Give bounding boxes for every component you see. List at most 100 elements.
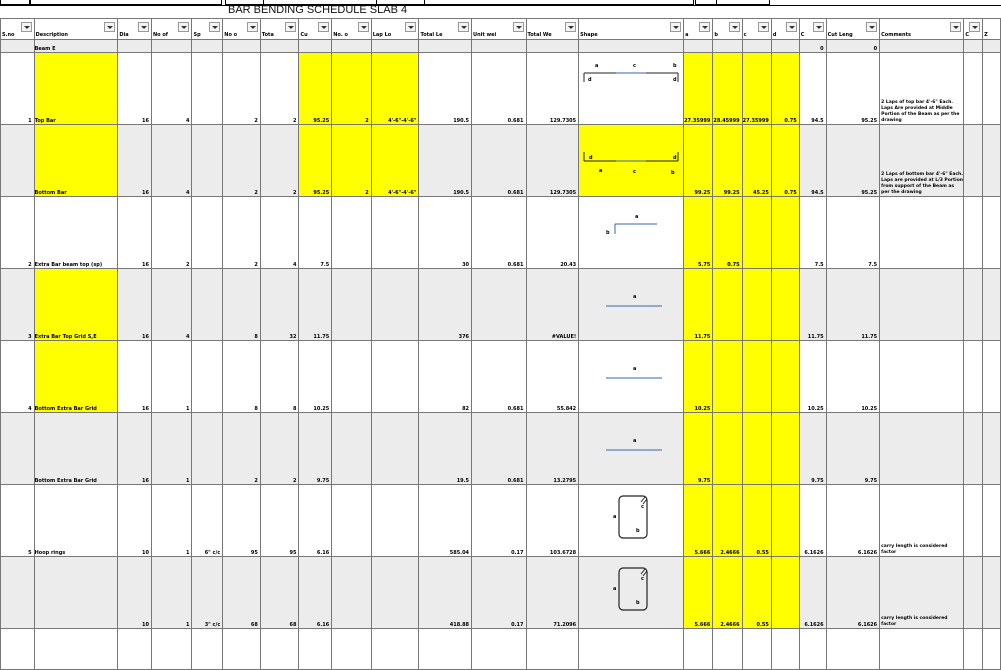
cell-nooo[interactable] bbox=[331, 196, 372, 269]
cell-lap[interactable] bbox=[370, 412, 420, 485]
cell-uw[interactable]: 0.681 bbox=[471, 340, 527, 413]
cell-noo[interactable]: 8 bbox=[222, 340, 261, 413]
column-header[interactable]: b bbox=[712, 18, 743, 40]
column-header[interactable]: d bbox=[770, 18, 800, 40]
cell-nof[interactable]: 4 bbox=[150, 268, 193, 341]
column-header[interactable]: C bbox=[798, 18, 827, 40]
cell-c[interactable] bbox=[741, 412, 772, 485]
cell[interactable] bbox=[471, 628, 527, 670]
shape-cell[interactable]: a bbox=[578, 268, 685, 341]
cell-d[interactable] bbox=[770, 268, 800, 341]
shape-cell[interactable]: a c b bbox=[578, 484, 685, 557]
cell[interactable] bbox=[963, 340, 984, 413]
cell-cu[interactable]: 11.75 bbox=[298, 268, 333, 341]
cell-tot[interactable]: 8 bbox=[259, 340, 300, 413]
column-header[interactable]: Total We bbox=[525, 18, 580, 40]
cell-nof[interactable]: 1 bbox=[150, 340, 193, 413]
filter-dropdown-icon[interactable] bbox=[405, 22, 417, 32]
cell[interactable] bbox=[712, 628, 743, 670]
cell-d[interactable]: 0.75 bbox=[770, 52, 800, 125]
cell-nooo[interactable]: 2 bbox=[331, 52, 372, 125]
column-header[interactable]: Tota bbox=[259, 18, 300, 40]
cell-desc[interactable]: Top Bar bbox=[33, 52, 119, 125]
cell-cut[interactable]: 95.25 bbox=[825, 124, 881, 197]
column-header[interactable]: Comments bbox=[879, 18, 965, 40]
cell[interactable] bbox=[117, 628, 152, 670]
cell[interactable] bbox=[331, 39, 372, 53]
cell-cc[interactable]: 94.5 bbox=[798, 52, 827, 125]
cell-c[interactable] bbox=[741, 268, 772, 341]
cell-a[interactable]: 27.35999 bbox=[683, 52, 714, 125]
cell-dia[interactable]: 10 bbox=[117, 484, 152, 557]
cell-b[interactable] bbox=[712, 268, 743, 341]
cell[interactable] bbox=[982, 628, 1001, 670]
cell-c[interactable] bbox=[741, 196, 772, 269]
column-header[interactable]: No of bbox=[150, 18, 193, 40]
filter-dropdown-icon[interactable] bbox=[512, 22, 524, 32]
cell[interactable] bbox=[982, 124, 1001, 197]
filter-dropdown-icon[interactable] bbox=[757, 22, 769, 32]
cell-c[interactable]: 27.35999 bbox=[741, 52, 772, 125]
cell-d[interactable]: 0.75 bbox=[770, 124, 800, 197]
cell[interactable] bbox=[963, 52, 984, 125]
cell-comment[interactable]: carry length is considered factor bbox=[879, 484, 965, 557]
shape-cell[interactable]: ab bbox=[578, 196, 685, 269]
cell-a[interactable]: 5.75 bbox=[683, 196, 714, 269]
cell-comment[interactable] bbox=[879, 340, 965, 413]
cell-c[interactable]: 45.25 bbox=[741, 124, 772, 197]
cell[interactable] bbox=[33, 628, 119, 670]
cell-sno[interactable]: 5 bbox=[0, 484, 35, 557]
cell-sno[interactable]: 2 bbox=[0, 196, 35, 269]
cell-sno[interactable]: 3 bbox=[0, 268, 35, 341]
cell[interactable] bbox=[259, 39, 300, 53]
cell-a[interactable]: 9.75 bbox=[683, 412, 714, 485]
cell-cc[interactable]: 11.75 bbox=[798, 268, 827, 341]
cell-uw[interactable]: 0.17 bbox=[471, 484, 527, 557]
filter-dropdown-icon[interactable] bbox=[357, 22, 369, 32]
cell[interactable] bbox=[525, 628, 580, 670]
cell[interactable] bbox=[982, 484, 1001, 557]
cell-lap[interactable] bbox=[370, 484, 420, 557]
cell-sno[interactable]: 4 bbox=[0, 340, 35, 413]
cell[interactable] bbox=[982, 412, 1001, 485]
cell-cu[interactable]: 6.16 bbox=[298, 556, 333, 629]
cell-dia[interactable]: 10 bbox=[117, 556, 152, 629]
cell-d[interactable] bbox=[770, 484, 800, 557]
cell-tl[interactable]: 376 bbox=[418, 268, 473, 341]
cell-tl[interactable]: 585.04 bbox=[418, 484, 473, 557]
cell-tot[interactable]: 2 bbox=[259, 124, 300, 197]
cell[interactable] bbox=[0, 39, 35, 53]
cell-sp[interactable]: 3" c/c bbox=[191, 556, 224, 629]
shape-cell[interactable]: a bbox=[578, 340, 685, 413]
cell-cu[interactable]: 10.25 bbox=[298, 340, 333, 413]
cell-cut[interactable]: 6.1626 bbox=[825, 484, 881, 557]
column-header[interactable]: Unit wei bbox=[471, 18, 527, 40]
cell-nooo[interactable] bbox=[331, 412, 372, 485]
cell-comment[interactable]: carry length is considered factor bbox=[879, 556, 965, 629]
cell-tw[interactable]: 20.43 bbox=[525, 196, 580, 269]
shape-cell[interactable]: a c b d d bbox=[578, 52, 685, 125]
cell-b[interactable] bbox=[712, 412, 743, 485]
column-header[interactable]: Cu bbox=[298, 18, 333, 40]
cell-tl[interactable]: 82 bbox=[418, 340, 473, 413]
cell[interactable] bbox=[418, 39, 473, 53]
cell-comment[interactable] bbox=[879, 268, 965, 341]
cell[interactable] bbox=[683, 628, 714, 670]
cell-b[interactable]: 99.25 bbox=[712, 124, 743, 197]
cell[interactable] bbox=[963, 628, 984, 670]
filter-dropdown-icon[interactable] bbox=[950, 22, 962, 32]
cell[interactable] bbox=[150, 628, 193, 670]
cell-cut[interactable]: 11.75 bbox=[825, 268, 881, 341]
cell-d[interactable] bbox=[770, 412, 800, 485]
cell-desc[interactable]: Hoop rings bbox=[33, 484, 119, 557]
cell-c[interactable]: 0.55 bbox=[741, 556, 772, 629]
cell[interactable] bbox=[331, 628, 372, 670]
cell-cc[interactable]: 6.1626 bbox=[798, 556, 827, 629]
cell-desc[interactable]: Bottom Bar bbox=[33, 124, 119, 197]
cell-b[interactable]: 2.4666 bbox=[712, 556, 743, 629]
cell-tl[interactable]: 30 bbox=[418, 196, 473, 269]
cell[interactable] bbox=[578, 39, 685, 53]
cell[interactable] bbox=[770, 39, 800, 53]
cell-tl[interactable]: 19.5 bbox=[418, 412, 473, 485]
filter-dropdown-icon[interactable] bbox=[138, 22, 149, 32]
